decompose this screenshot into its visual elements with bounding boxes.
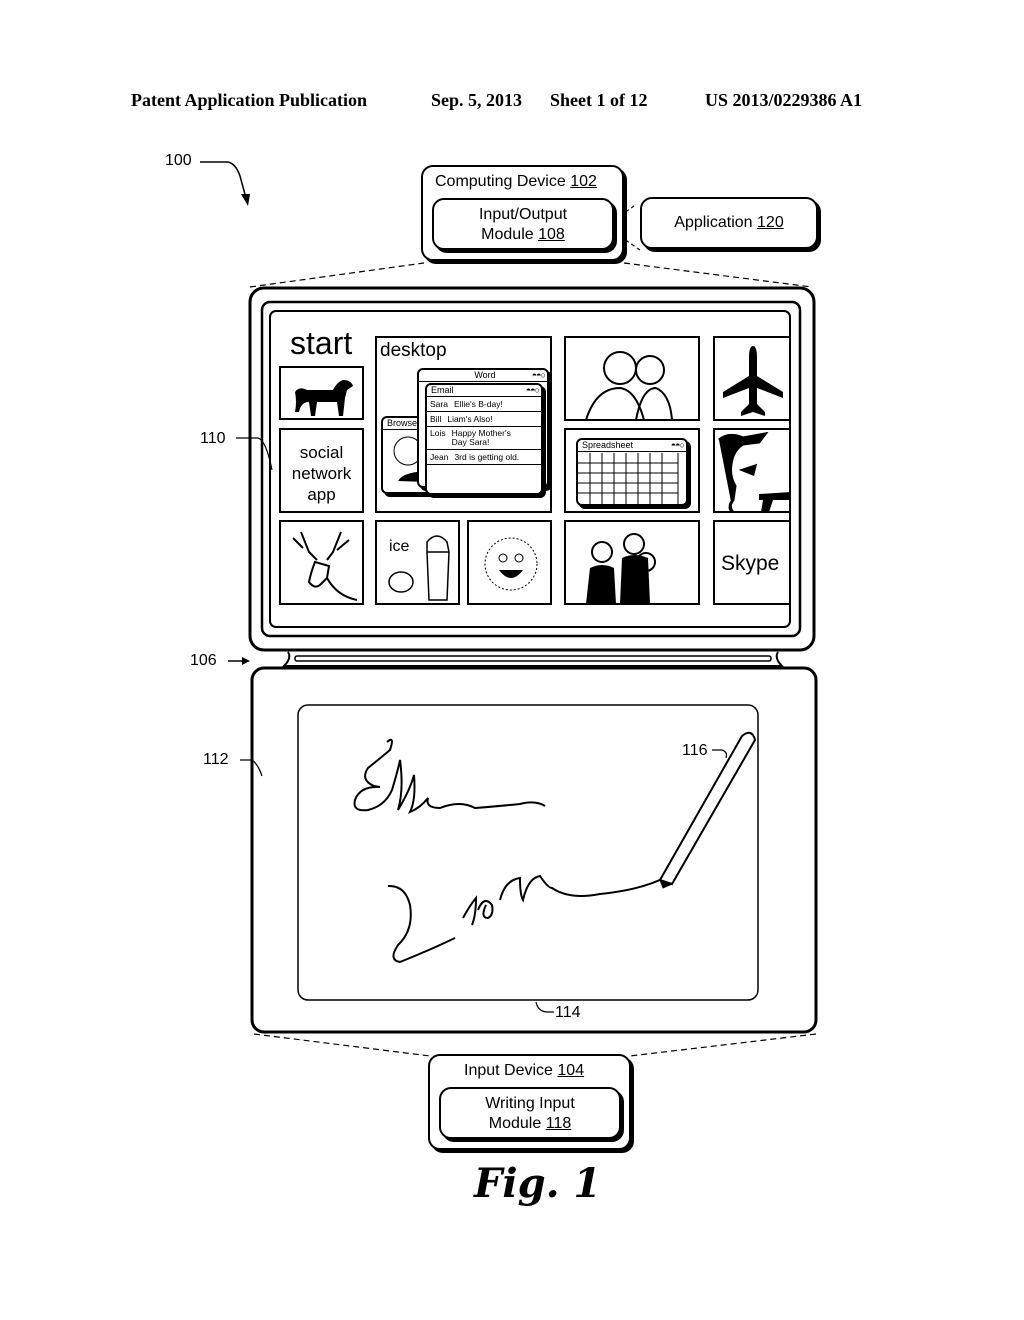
ref-114: 114: [555, 1004, 581, 1021]
writing-input-module-label: Writing Input Module 118: [485, 1095, 575, 1132]
tile-dog[interactable]: [279, 366, 364, 420]
tile-sun-face[interactable]: [467, 520, 552, 605]
tile-social-network-app[interactable]: social network app: [279, 428, 364, 513]
arrow-head-icon: [241, 194, 250, 206]
monkey-gun-icon: [718, 431, 789, 511]
lemon-shaker-icon: [388, 535, 450, 601]
writing-input-module-box: Writing Input Module 118: [439, 1087, 621, 1139]
input-device-label: Input Device 104: [464, 1062, 585, 1079]
input-device-box: Input Device 104 Writing Input Module 11…: [428, 1054, 631, 1150]
email-window-title: Email: [431, 385, 454, 395]
group-photo-icon: [586, 533, 656, 603]
tile-spreadsheet[interactable]: Spreadsheet ◓◓○: [564, 428, 700, 513]
email-row[interactable]: Lois Happy Mother's Day Sara!: [427, 427, 541, 450]
desktop-label: desktop: [380, 340, 447, 361]
application-box: Application 120: [640, 197, 818, 249]
ref-110: 110: [200, 430, 226, 447]
computing-device-label: Computing Device 102: [435, 173, 597, 190]
email-row[interactable]: Sara Ellie's B-day!: [427, 397, 541, 412]
tile-group-photo[interactable]: [564, 520, 700, 605]
start-label: start: [290, 325, 353, 361]
input-device-housing: [250, 666, 818, 1034]
handwriting-ellie: [353, 738, 546, 814]
hinge: [281, 651, 785, 667]
email-window[interactable]: Email ◓◓○ Sara Ellie's B-day! Bill Liam's A…: [425, 383, 543, 495]
father-son-photo-icon: [585, 351, 673, 419]
window-controls-icon[interactable]: ◓◓○: [526, 385, 540, 396]
tile-monkey-gun[interactable]: [713, 428, 791, 513]
ref-100: 100: [165, 152, 192, 169]
io-module-label: Input/Output Module 108: [478, 206, 568, 243]
email-row[interactable]: Jean 3rd is getting old.: [427, 450, 541, 465]
skype-label: Skype: [721, 552, 780, 575]
spreadsheet-grid: [578, 453, 679, 505]
figure-caption: Fig. 1: [474, 1160, 602, 1207]
ref-106: 106: [190, 652, 217, 669]
io-module-box: Input/Output Module 108: [432, 198, 614, 250]
dog-icon: [295, 380, 353, 416]
handwriting-liam: [387, 874, 665, 964]
ref-112: 112: [203, 751, 229, 768]
ref-100-leader: [200, 161, 247, 199]
application-label: Application 120: [674, 214, 784, 231]
window-controls-icon[interactable]: ◓◓○: [532, 370, 546, 381]
deer-icon: [292, 531, 358, 601]
tile-airplane[interactable]: [713, 336, 791, 421]
sun-face-icon: [484, 537, 538, 591]
computing-device-box: Computing Device 102 Input/Output Module…: [421, 165, 624, 261]
tile-desktop[interactable]: desktop Browser Word ◓◓○ Email ◓◓○ Sara Ell…: [375, 336, 552, 513]
word-window-title: Word: [474, 370, 496, 380]
spreadsheet-window-title: Spreadsheet: [582, 440, 634, 450]
tile-skype[interactable]: Skype: [713, 520, 791, 605]
airplane-icon: [723, 346, 783, 416]
window-controls-icon[interactable]: ◓◓○: [671, 440, 685, 451]
tile-ice[interactable]: ice: [375, 520, 460, 605]
spreadsheet-window[interactable]: Spreadsheet ◓◓○: [576, 438, 688, 506]
tile-deer[interactable]: [279, 520, 364, 605]
tile-father-son-photo[interactable]: [564, 336, 700, 421]
email-row[interactable]: Bill Liam's Also!: [427, 412, 541, 427]
ref-116: 116: [682, 742, 708, 759]
